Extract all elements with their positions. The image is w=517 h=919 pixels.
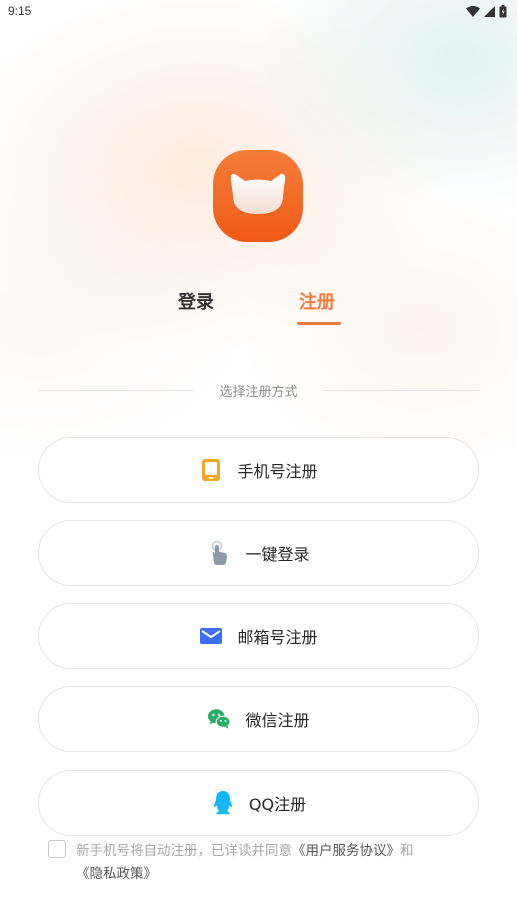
phone-register-label: 手机号注册 bbox=[237, 462, 318, 481]
user-agreement-link[interactable]: 《用户服务协议》 bbox=[292, 843, 400, 859]
one-click-login-label: 一键登录 bbox=[245, 545, 310, 564]
agreement-text: 新手机号将自动注册，已详读并同意《用户服务协议》和 bbox=[76, 839, 414, 859]
wifi-icon bbox=[466, 5, 480, 17]
divider-title: 选择注册方式 bbox=[219, 384, 298, 400]
wechat-register-button[interactable]: 微信注册 bbox=[38, 686, 479, 752]
status-bar: 9:15 bbox=[0, 0, 517, 22]
battery-icon bbox=[499, 4, 507, 17]
touch-icon bbox=[207, 540, 231, 565]
active-tab-indicator bbox=[297, 322, 341, 325]
wechat-register-label: 微信注册 bbox=[245, 711, 310, 730]
status-time: 9:15 bbox=[8, 4, 32, 18]
divider-line-right bbox=[323, 389, 480, 391]
email-register-button[interactable]: 邮箱号注册 bbox=[38, 603, 479, 669]
agreement-text-line2: 《隐私政策》 bbox=[76, 862, 157, 882]
signal-icon bbox=[484, 5, 495, 17]
mail-icon bbox=[199, 624, 223, 648]
phone-register-button[interactable]: 手机号注册 bbox=[38, 437, 479, 503]
register-method-divider: 选择注册方式 bbox=[38, 380, 480, 400]
tab-register[interactable]: 注册 bbox=[299, 288, 335, 314]
privacy-policy-link[interactable]: 《隐私政策》 bbox=[76, 866, 157, 882]
app-logo bbox=[213, 150, 303, 242]
auth-tabs: 登录 注册 bbox=[0, 288, 517, 328]
qq-icon bbox=[211, 791, 235, 815]
qq-register-button[interactable]: QQ注册 bbox=[38, 770, 479, 836]
agreement-checkbox[interactable] bbox=[48, 840, 66, 858]
phone-icon bbox=[199, 458, 223, 482]
one-click-login-button[interactable]: 一键登录 bbox=[38, 520, 479, 586]
tab-login[interactable]: 登录 bbox=[178, 288, 214, 314]
status-icons bbox=[466, 4, 507, 18]
qq-register-label: QQ注册 bbox=[248, 795, 307, 814]
agreement-prefix: 新手机号将自动注册，已详读并同意 bbox=[76, 843, 292, 859]
wechat-icon bbox=[207, 707, 232, 731]
agreement-and: 和 bbox=[400, 843, 414, 859]
email-register-label: 邮箱号注册 bbox=[237, 628, 318, 647]
divider-line-left bbox=[38, 389, 194, 391]
